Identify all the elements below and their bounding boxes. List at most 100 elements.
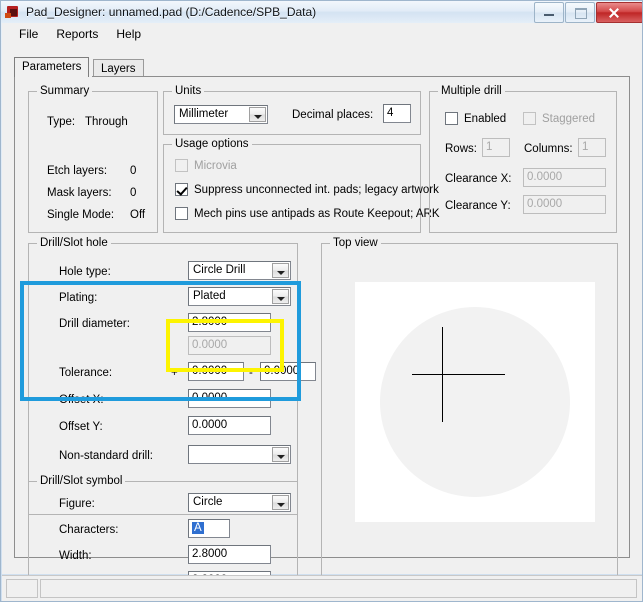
suppress-unconnected-pads-checkbox[interactable]: [175, 183, 188, 196]
plating-label: Plating:: [59, 292, 98, 304]
summary-mask-layers-value: 0: [130, 187, 137, 199]
top-view-group: Top view: [321, 237, 618, 587]
chevron-down-icon[interactable]: [272, 495, 289, 510]
summary-type-value: Through: [85, 116, 128, 128]
tab-strip: Parameters Layers: [14, 57, 631, 77]
summary-mask-layers-label: Mask layers:: [47, 187, 112, 199]
multiple-drill-clearance-x-input[interactable]: 0.0000: [523, 168, 606, 187]
tolerance-plus-input[interactable]: 0.0000: [188, 362, 244, 381]
multiple-drill-columns-label: Columns:: [524, 143, 573, 155]
maximize-button[interactable]: [565, 2, 595, 23]
summary-group: Summary Type: Through Etch layers: 0 Mas…: [28, 85, 158, 233]
chevron-down-icon[interactable]: [272, 263, 289, 278]
plating-dropdown[interactable]: Plated: [188, 287, 291, 306]
multiple-drill-staggered-label: Staggered: [542, 113, 596, 125]
hole-type-dropdown[interactable]: Circle Drill: [188, 261, 291, 280]
decimal-places-input[interactable]: 4: [383, 104, 411, 123]
chevron-down-icon[interactable]: [272, 447, 289, 462]
chevron-down-icon[interactable]: [249, 107, 266, 122]
summary-type-label: Type:: [47, 116, 76, 128]
symbol-figure-label: Figure:: [59, 498, 95, 510]
non-standard-drill-label: Non-standard drill:: [59, 450, 153, 462]
units-dropdown[interactable]: Millimeter: [174, 105, 268, 124]
pad-designer-icon: [5, 4, 21, 20]
offset-y-input[interactable]: 0.0000: [188, 416, 271, 435]
tolerance-minus-sign: -: [249, 367, 253, 379]
multiple-drill-clearance-y-label: Clearance Y:: [445, 200, 511, 212]
non-standard-drill-dropdown[interactable]: [188, 445, 291, 464]
usage-options-legend: Usage options: [172, 138, 252, 150]
symbol-characters-input[interactable]: A: [188, 519, 230, 538]
minimize-button[interactable]: [534, 2, 564, 23]
units-group: Units Millimeter Decimal places: 4: [163, 85, 421, 135]
mech-pins-antipads-checkbox[interactable]: [175, 207, 188, 220]
summary-legend: Summary: [37, 85, 93, 97]
window-title: Pad_Designer: unnamed.pad (D:/Cadence/SP…: [26, 5, 317, 19]
drill-slot-symbol-group: Drill/Slot symbol Figure: Circle Charact…: [28, 475, 298, 590]
microvia-label: Microvia: [194, 160, 237, 172]
multiple-drill-enabled-label: Enabled: [464, 113, 507, 125]
symbol-characters-value: A: [192, 522, 204, 534]
status-pane-left: [6, 579, 38, 598]
symbol-figure-dropdown[interactable]: Circle: [188, 493, 291, 512]
multiple-drill-group: Multiple drill Enabled Staggered Rows: 1…: [429, 85, 617, 233]
maximize-icon: [575, 8, 587, 19]
symbol-width-label: Width:: [59, 550, 92, 562]
summary-etch-layers-value: 0: [130, 165, 137, 177]
decimal-places-label: Decimal places:: [292, 109, 374, 121]
mech-pins-antipads-label: Mech pins use antipads as Route Keepout;…: [194, 208, 440, 220]
crosshair-horizontal-line: [412, 374, 505, 375]
tab-parameters[interactable]: Parameters: [14, 57, 90, 77]
suppress-unconnected-pads-label: Suppress unconnected int. pads; legacy a…: [194, 184, 439, 196]
tolerance-label: Tolerance:: [59, 367, 113, 379]
summary-single-mode-label: Single Mode:: [47, 209, 115, 221]
units-legend: Units: [172, 85, 205, 97]
hole-type-label: Hole type:: [59, 266, 111, 278]
secondary-dimension-input[interactable]: 0.0000: [188, 336, 271, 355]
offset-x-label: Offset X:: [59, 394, 104, 406]
multiple-drill-columns-input[interactable]: 1: [578, 138, 606, 157]
summary-single-mode-value: Off: [130, 209, 146, 221]
menu-item-help[interactable]: Help: [107, 25, 150, 43]
menu-bar: File Reports Help: [2, 23, 642, 45]
tab-layers[interactable]: Layers: [93, 59, 144, 77]
microvia-checkbox: [175, 159, 188, 172]
menu-item-file[interactable]: File: [10, 25, 47, 43]
pad-circle-shape: [380, 307, 570, 497]
title-bar: Pad_Designer: unnamed.pad (D:/Cadence/SP…: [1, 1, 642, 23]
multiple-drill-rows-input[interactable]: 1: [482, 138, 510, 157]
top-view-legend: Top view: [330, 237, 381, 249]
drill-diameter-label: Drill diameter:: [59, 318, 130, 330]
multiple-drill-enabled-checkbox[interactable]: [445, 112, 458, 125]
offset-y-label: Offset Y:: [59, 421, 103, 433]
tolerance-minus-input[interactable]: 0.0000: [260, 362, 316, 381]
window-controls: [533, 2, 642, 23]
status-bar: [2, 575, 642, 601]
symbol-figure-dropdown-value: Circle: [193, 496, 223, 508]
usage-options-group: Usage options Microvia Suppress unconnec…: [163, 138, 440, 233]
summary-etch-layers-label: Etch layers:: [47, 165, 108, 177]
minimize-icon: [544, 14, 554, 16]
drill-slot-symbol-legend: Drill/Slot symbol: [37, 475, 126, 487]
chevron-down-icon[interactable]: [272, 289, 289, 304]
offset-x-input[interactable]: 0.0000: [188, 389, 271, 408]
tolerance-plus-sign: +: [171, 367, 178, 379]
pad-designer-window: Pad_Designer: unnamed.pad (D:/Cadence/SP…: [0, 0, 643, 602]
multiple-drill-staggered-checkbox: [523, 112, 536, 125]
menu-item-reports[interactable]: Reports: [47, 25, 107, 43]
top-view-canvas[interactable]: [355, 282, 595, 522]
multiple-drill-legend: Multiple drill: [438, 85, 505, 97]
multiple-drill-clearance-y-input[interactable]: 0.0000: [523, 195, 606, 214]
hole-type-dropdown-value: Circle Drill: [193, 264, 246, 276]
close-button[interactable]: [596, 2, 642, 23]
client-area: Parameters Layers Summary Type: Through …: [2, 45, 642, 590]
multiple-drill-clearance-x-label: Clearance X:: [445, 173, 512, 185]
drill-diameter-input[interactable]: 2.8000: [188, 313, 271, 332]
multiple-drill-rows-label: Rows:: [445, 143, 477, 155]
parameters-panel: Summary Type: Through Etch layers: 0 Mas…: [14, 76, 630, 590]
units-dropdown-value: Millimeter: [179, 108, 229, 120]
symbol-characters-label: Characters:: [59, 524, 119, 536]
status-pane-right: [40, 579, 637, 598]
plating-dropdown-value: Plated: [193, 290, 226, 302]
symbol-width-input[interactable]: 2.8000: [188, 545, 271, 564]
